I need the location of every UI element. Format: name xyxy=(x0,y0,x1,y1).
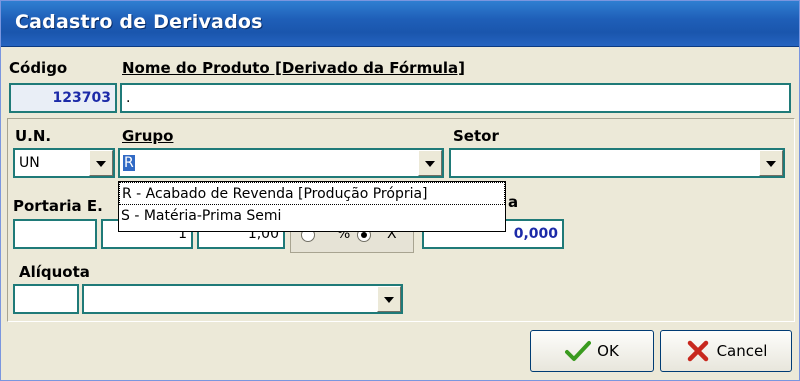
nome-produto-label: Nome do Produto [Derivado da Fórmula] xyxy=(122,59,465,77)
grupo-combo[interactable]: R xyxy=(118,148,444,178)
title-bar[interactable]: Cadastro de Derivados xyxy=(1,1,799,47)
cancel-button-label: Cancel xyxy=(716,342,768,360)
cancel-button[interactable]: Cancel xyxy=(660,330,792,372)
grupo-combo-value: R xyxy=(123,155,135,171)
grupo-dropdown-list: R - Acabado de Revenda [Produção Própria… xyxy=(118,181,506,232)
chevron-down-icon[interactable] xyxy=(418,150,442,176)
dialog-window: Cadastro de Derivados Código Nome do Pro… xyxy=(0,0,800,381)
setor-combo[interactable] xyxy=(449,148,785,178)
codigo-label: Código xyxy=(9,59,68,77)
value-label-partial: a xyxy=(508,193,519,211)
aliquota-label: Alíquota xyxy=(19,263,90,281)
portaria-label: Portaria E. xyxy=(13,197,103,215)
codigo-field[interactable]: 123703 xyxy=(9,83,117,113)
un-combo-value: UN xyxy=(19,155,40,171)
check-icon xyxy=(565,341,592,361)
chevron-down-icon[interactable] xyxy=(759,150,783,176)
portaria-field[interactable] xyxy=(13,219,97,249)
window-title: Cadastro de Derivados xyxy=(15,11,263,33)
ok-button-label: OK xyxy=(597,342,619,360)
grupo-option[interactable]: S - Matéria-Prima Semi xyxy=(119,205,505,228)
chevron-down-icon[interactable] xyxy=(377,286,401,312)
un-combo[interactable]: UN xyxy=(13,148,115,178)
grupo-label: Grupo xyxy=(122,127,174,145)
un-label: U.N. xyxy=(15,127,52,145)
setor-label: Setor xyxy=(453,127,499,145)
aliquota-combo[interactable] xyxy=(82,284,403,314)
aliquota-code-field[interactable] xyxy=(13,284,79,314)
grupo-option[interactable]: R - Acabado de Revenda [Produção Própria… xyxy=(119,182,505,205)
close-icon xyxy=(687,340,708,362)
nome-produto-field[interactable]: . xyxy=(120,83,791,113)
chevron-down-icon[interactable] xyxy=(89,150,113,176)
ok-button[interactable]: OK xyxy=(530,330,654,372)
